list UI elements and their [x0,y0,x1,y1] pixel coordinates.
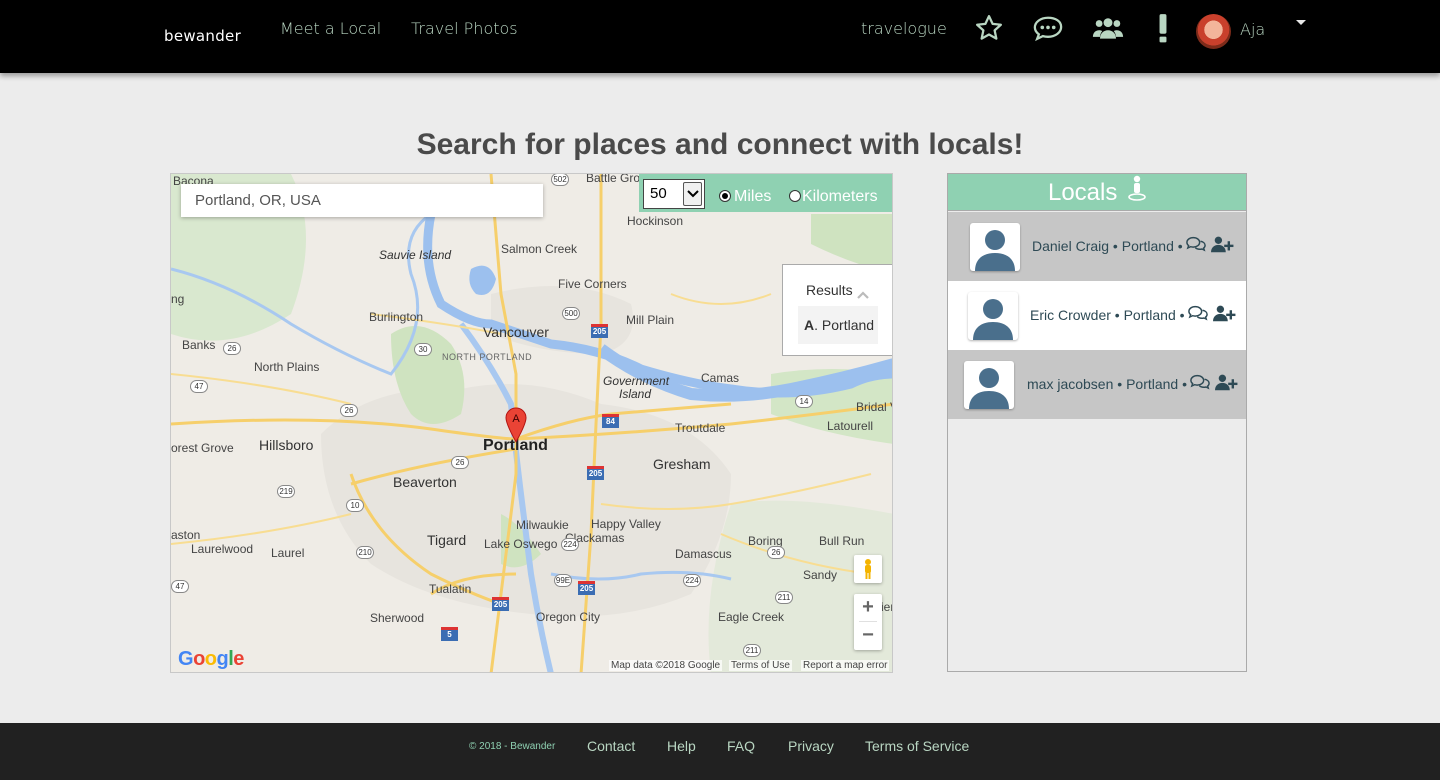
message-icon[interactable] [1188,304,1208,327]
report-map-error-link[interactable]: Report a map error [801,660,890,671]
locals-panel: Locals Daniel Craig • Portland • Eric Cr… [947,173,1247,672]
interstate-shield: 205 [591,324,608,338]
highway-shield: 47 [171,580,189,593]
add-friend-icon[interactable] [1211,235,1235,258]
footer-link-privacy[interactable]: Privacy [788,738,834,754]
locals-header: Locals [948,174,1246,211]
highway-shield: 30 [414,343,432,356]
local-city: Portland [1126,376,1179,392]
footer: © 2018 - Bewander Contact Help FAQ Priva… [0,723,1440,780]
highway-shield: 224 [683,574,701,587]
interstate-shield: 205 [492,597,509,611]
terms-of-use-link[interactable]: Terms of Use [729,660,792,671]
chat-icon[interactable] [1032,12,1064,44]
local-name[interactable]: Daniel Craig • Portland • [1032,238,1183,254]
footer-link-terms[interactable]: Terms of Service [865,738,969,754]
highway-shield: 224 [561,538,579,551]
highway-shield: 26 [451,456,469,469]
local-name[interactable]: max jacobsen • Portland • [1027,376,1187,392]
footer-link-help[interactable]: Help [667,738,696,754]
highway-shield: 211 [743,644,761,657]
result-name: Portland [821,317,875,333]
highway-shield: 500 [562,307,580,320]
interstate-shield: 5 [441,627,458,641]
local-actions [1190,373,1239,396]
user-name[interactable]: Aja [1240,20,1265,39]
add-friend-icon[interactable] [1213,304,1237,327]
result-item[interactable]: A. Portland [798,306,878,344]
add-friend-icon[interactable] [1215,373,1239,396]
nav-travel-photos[interactable]: Travel Photos [411,19,518,38]
highway-shield: 26 [340,404,358,417]
interstate-shield: 205 [587,466,604,480]
interstate-shield: 84 [602,414,619,428]
local-avatar-icon[interactable] [968,292,1018,340]
highway-shield: 26 [223,342,241,355]
map-data-attribution: Map data ©2018 Google [609,660,723,671]
local-row[interactable]: Daniel Craig • Portland • [948,212,1246,281]
locals-title: Locals [1047,179,1118,206]
local-name-text: Daniel Craig [1032,238,1110,254]
alert-icon[interactable] [1147,12,1179,44]
result-letter: A [804,317,815,333]
highway-shield: 10 [346,499,364,512]
zoom-out-button[interactable]: − [854,622,882,650]
highway-shield: 210 [356,546,374,559]
google-logo: Google [178,648,244,670]
local-city: Portland [1121,238,1174,254]
street-view-pegman-icon[interactable] [854,555,882,583]
local-avatar-icon[interactable] [964,361,1014,409]
results-panel: Results A. Portland [782,264,892,356]
location-search-input[interactable] [181,184,543,217]
local-name-text: max jacobsen [1027,376,1114,392]
local-name[interactable]: Eric Crowder • Portland • [1030,307,1185,323]
distance-controls: 50 Miles Kilometers [639,174,892,212]
highway-shield: 47 [190,380,208,393]
nav-meet-a-local[interactable]: Meet a Local [280,19,381,38]
nav-travelogue[interactable]: travelogue [861,19,947,38]
chevron-down-icon [683,182,702,206]
page-title: Search for places and connect with local… [416,128,1024,161]
local-row[interactable]: max jacobsen • Portland • [948,350,1246,419]
copyright: © 2018 - Bewander [469,741,556,752]
radius-value: 50 [650,185,667,202]
person-pin-icon [1128,175,1146,212]
user-menu-caret-icon[interactable] [1296,20,1306,25]
local-actions [1188,304,1237,327]
highway-shield: 219 [277,485,295,498]
highway-shield: 211 [775,591,793,604]
highway-shield: 99E [554,574,572,587]
local-name-text: Eric Crowder [1030,307,1111,323]
star-icon[interactable] [973,12,1005,44]
results-title[interactable]: Results [806,282,853,298]
top-navbar: bewander Meet a Local Travel Photos trav… [0,0,1440,73]
map-marker-icon[interactable]: A [505,407,527,443]
highway-shield: 14 [795,395,813,408]
local-avatar-icon[interactable] [970,223,1020,271]
miles-radio[interactable] [719,190,731,202]
zoom-controls: + − [854,594,882,650]
map-view[interactable]: Bacona Battle Gro Hockinson Salmon Creek… [170,173,893,673]
local-actions [1186,235,1235,258]
interstate-shield: 205 [578,581,595,595]
brand-logo[interactable]: bewander [164,27,241,45]
message-icon[interactable] [1190,373,1210,396]
footer-link-contact[interactable]: Contact [587,738,635,754]
local-row[interactable]: Eric Crowder • Portland • [948,281,1246,350]
miles-label[interactable]: Miles [734,188,771,206]
kilometers-radio[interactable] [789,190,801,202]
local-city: Portland [1123,307,1176,323]
user-avatar[interactable] [1196,14,1231,49]
highway-shield: 502 [551,174,569,186]
users-icon[interactable] [1092,12,1124,44]
radius-select[interactable]: 50 [643,179,705,209]
kilometers-label[interactable]: Kilometers [802,188,878,206]
message-icon[interactable] [1186,235,1206,258]
marker-letter: A [512,413,520,425]
zoom-in-button[interactable]: + [854,594,882,622]
chevron-up-icon[interactable] [857,286,869,304]
footer-link-faq[interactable]: FAQ [727,738,755,754]
highway-shield: 26 [767,546,785,559]
